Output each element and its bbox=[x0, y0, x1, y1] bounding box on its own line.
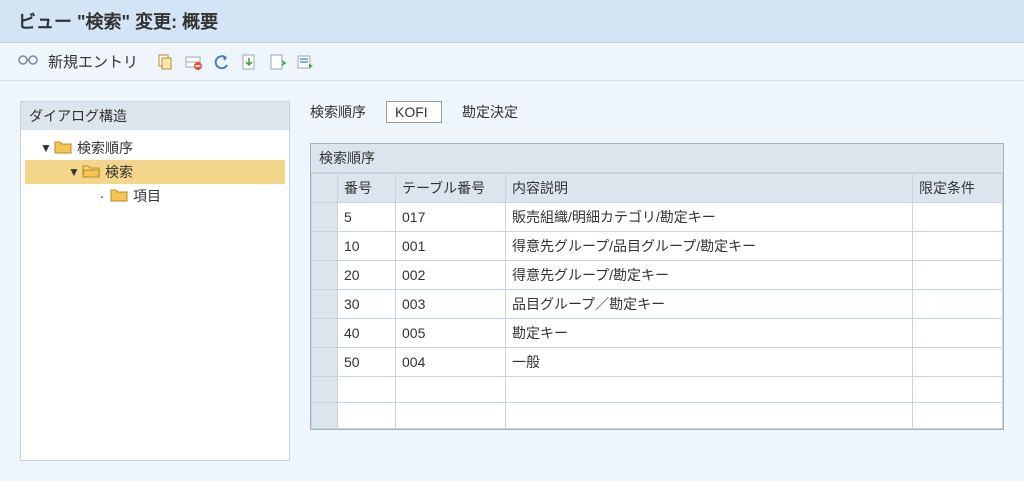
cell-number[interactable] bbox=[338, 403, 396, 429]
row-selector[interactable] bbox=[312, 319, 338, 348]
expand-arrow-icon[interactable]: ▼ bbox=[39, 141, 53, 155]
grid-table: 番号 テーブル番号 内容説明 限定条件 5 017 販売組織/明細カテゴリ/勘定… bbox=[311, 173, 1003, 429]
cell-description[interactable]: 品目グループ／勘定キー bbox=[506, 290, 913, 319]
tree-label: 検索 bbox=[101, 162, 133, 182]
cell-description[interactable]: 得意先グループ/勘定キー bbox=[506, 261, 913, 290]
select-all-icon[interactable] bbox=[238, 52, 260, 72]
cell-table-no[interactable] bbox=[396, 377, 506, 403]
cell-description[interactable] bbox=[506, 377, 913, 403]
table-row-empty[interactable] bbox=[312, 377, 1003, 403]
row-selector[interactable] bbox=[312, 261, 338, 290]
grid-title: 検索順序 bbox=[311, 144, 1003, 173]
config-icon[interactable] bbox=[294, 52, 316, 72]
col-header-table-no[interactable]: テーブル番号 bbox=[396, 174, 506, 203]
cell-number[interactable]: 5 bbox=[338, 203, 396, 232]
field-label: 検索順序 bbox=[310, 102, 366, 122]
cell-condition[interactable] bbox=[913, 377, 1003, 403]
row-selector[interactable] bbox=[312, 377, 338, 403]
folder-open-icon bbox=[81, 164, 101, 181]
search-sequence-value[interactable]: KOFI bbox=[386, 101, 442, 123]
cell-description[interactable]: 一般 bbox=[506, 348, 913, 377]
cell-condition[interactable] bbox=[913, 261, 1003, 290]
table-row[interactable]: 10 001 得意先グループ/品目グループ/勘定キー bbox=[312, 232, 1003, 261]
table-row-empty[interactable] bbox=[312, 403, 1003, 429]
cell-condition[interactable] bbox=[913, 203, 1003, 232]
tree-node-search-sequence[interactable]: ▼ 検索順序 bbox=[25, 136, 285, 160]
cell-table-no[interactable]: 004 bbox=[396, 348, 506, 377]
tree-body: ▼ 検索順序 ▼ 検索 · 項目 bbox=[21, 130, 289, 248]
delete-icon[interactable] bbox=[182, 52, 204, 72]
search-sequence-field-row: 検索順序 KOFI 勘定決定 bbox=[310, 101, 1004, 123]
row-selector[interactable] bbox=[312, 232, 338, 261]
table-row[interactable]: 20 002 得意先グループ/勘定キー bbox=[312, 261, 1003, 290]
new-entry-button[interactable]: 新規エントリ bbox=[48, 51, 138, 72]
table-row[interactable]: 50 004 一般 bbox=[312, 348, 1003, 377]
col-header-number[interactable]: 番号 bbox=[338, 174, 396, 203]
tree-node-item[interactable]: · 項目 bbox=[25, 184, 285, 208]
cell-description[interactable]: 勘定キー bbox=[506, 319, 913, 348]
select-all-header[interactable] bbox=[312, 174, 338, 203]
cell-table-no[interactable]: 001 bbox=[396, 232, 506, 261]
col-header-description[interactable]: 内容説明 bbox=[506, 174, 913, 203]
expand-arrow-icon[interactable]: ▼ bbox=[67, 165, 81, 179]
folder-icon bbox=[53, 140, 73, 157]
cell-condition[interactable] bbox=[913, 403, 1003, 429]
folder-icon bbox=[109, 188, 129, 205]
col-header-condition[interactable]: 限定条件 bbox=[913, 174, 1003, 203]
cell-description[interactable]: 得意先グループ/品目グループ/勘定キー bbox=[506, 232, 913, 261]
cell-table-no[interactable]: 017 bbox=[396, 203, 506, 232]
table-row[interactable]: 30 003 品目グループ／勘定キー bbox=[312, 290, 1003, 319]
tree-label: 検索順序 bbox=[73, 138, 133, 158]
tree-label: 項目 bbox=[129, 186, 161, 206]
cell-table-no[interactable]: 002 bbox=[396, 261, 506, 290]
deselect-all-icon[interactable] bbox=[266, 52, 288, 72]
cell-condition[interactable] bbox=[913, 232, 1003, 261]
page-title: ビュー "検索" 変更: 概要 bbox=[18, 8, 1006, 34]
cell-description[interactable]: 販売組織/明細カテゴリ/勘定キー bbox=[506, 203, 913, 232]
table-row[interactable]: 5 017 販売組織/明細カテゴリ/勘定キー bbox=[312, 203, 1003, 232]
grid-header-row: 番号 テーブル番号 内容説明 限定条件 bbox=[312, 174, 1003, 203]
leaf-bullet-icon: · bbox=[95, 188, 109, 204]
row-selector[interactable] bbox=[312, 203, 338, 232]
undo-icon[interactable] bbox=[210, 52, 232, 72]
tree-header: ダイアログ構造 bbox=[21, 102, 289, 130]
tree-node-search[interactable]: ▼ 検索 bbox=[25, 160, 285, 184]
copy-icon[interactable] bbox=[154, 52, 176, 72]
cell-condition[interactable] bbox=[913, 348, 1003, 377]
content-area: ダイアログ構造 ▼ 検索順序 ▼ 検索 · bbox=[0, 81, 1024, 481]
cell-number[interactable]: 10 bbox=[338, 232, 396, 261]
cell-condition[interactable] bbox=[913, 319, 1003, 348]
cell-number[interactable]: 30 bbox=[338, 290, 396, 319]
cell-number[interactable]: 20 bbox=[338, 261, 396, 290]
toolbar: 新規エントリ bbox=[0, 43, 1024, 81]
cell-table-no[interactable]: 003 bbox=[396, 290, 506, 319]
window-header: ビュー "検索" 変更: 概要 bbox=[0, 0, 1024, 43]
detail-panel: 検索順序 KOFI 勘定決定 検索順序 番号 テーブル番号 内容説明 限定条件 bbox=[310, 101, 1004, 461]
cell-number[interactable] bbox=[338, 377, 396, 403]
search-sequence-grid: 検索順序 番号 テーブル番号 内容説明 限定条件 5 017 bbox=[310, 143, 1004, 430]
row-selector[interactable] bbox=[312, 290, 338, 319]
toggle-display-icon[interactable] bbox=[18, 52, 38, 71]
field-description: 勘定決定 bbox=[462, 102, 518, 122]
table-row[interactable]: 40 005 勘定キー bbox=[312, 319, 1003, 348]
cell-number[interactable]: 50 bbox=[338, 348, 396, 377]
cell-description[interactable] bbox=[506, 403, 913, 429]
cell-number[interactable]: 40 bbox=[338, 319, 396, 348]
cell-table-no[interactable] bbox=[396, 403, 506, 429]
cell-table-no[interactable]: 005 bbox=[396, 319, 506, 348]
dialog-structure-panel: ダイアログ構造 ▼ 検索順序 ▼ 検索 · bbox=[20, 101, 290, 461]
row-selector[interactable] bbox=[312, 348, 338, 377]
cell-condition[interactable] bbox=[913, 290, 1003, 319]
row-selector[interactable] bbox=[312, 403, 338, 429]
